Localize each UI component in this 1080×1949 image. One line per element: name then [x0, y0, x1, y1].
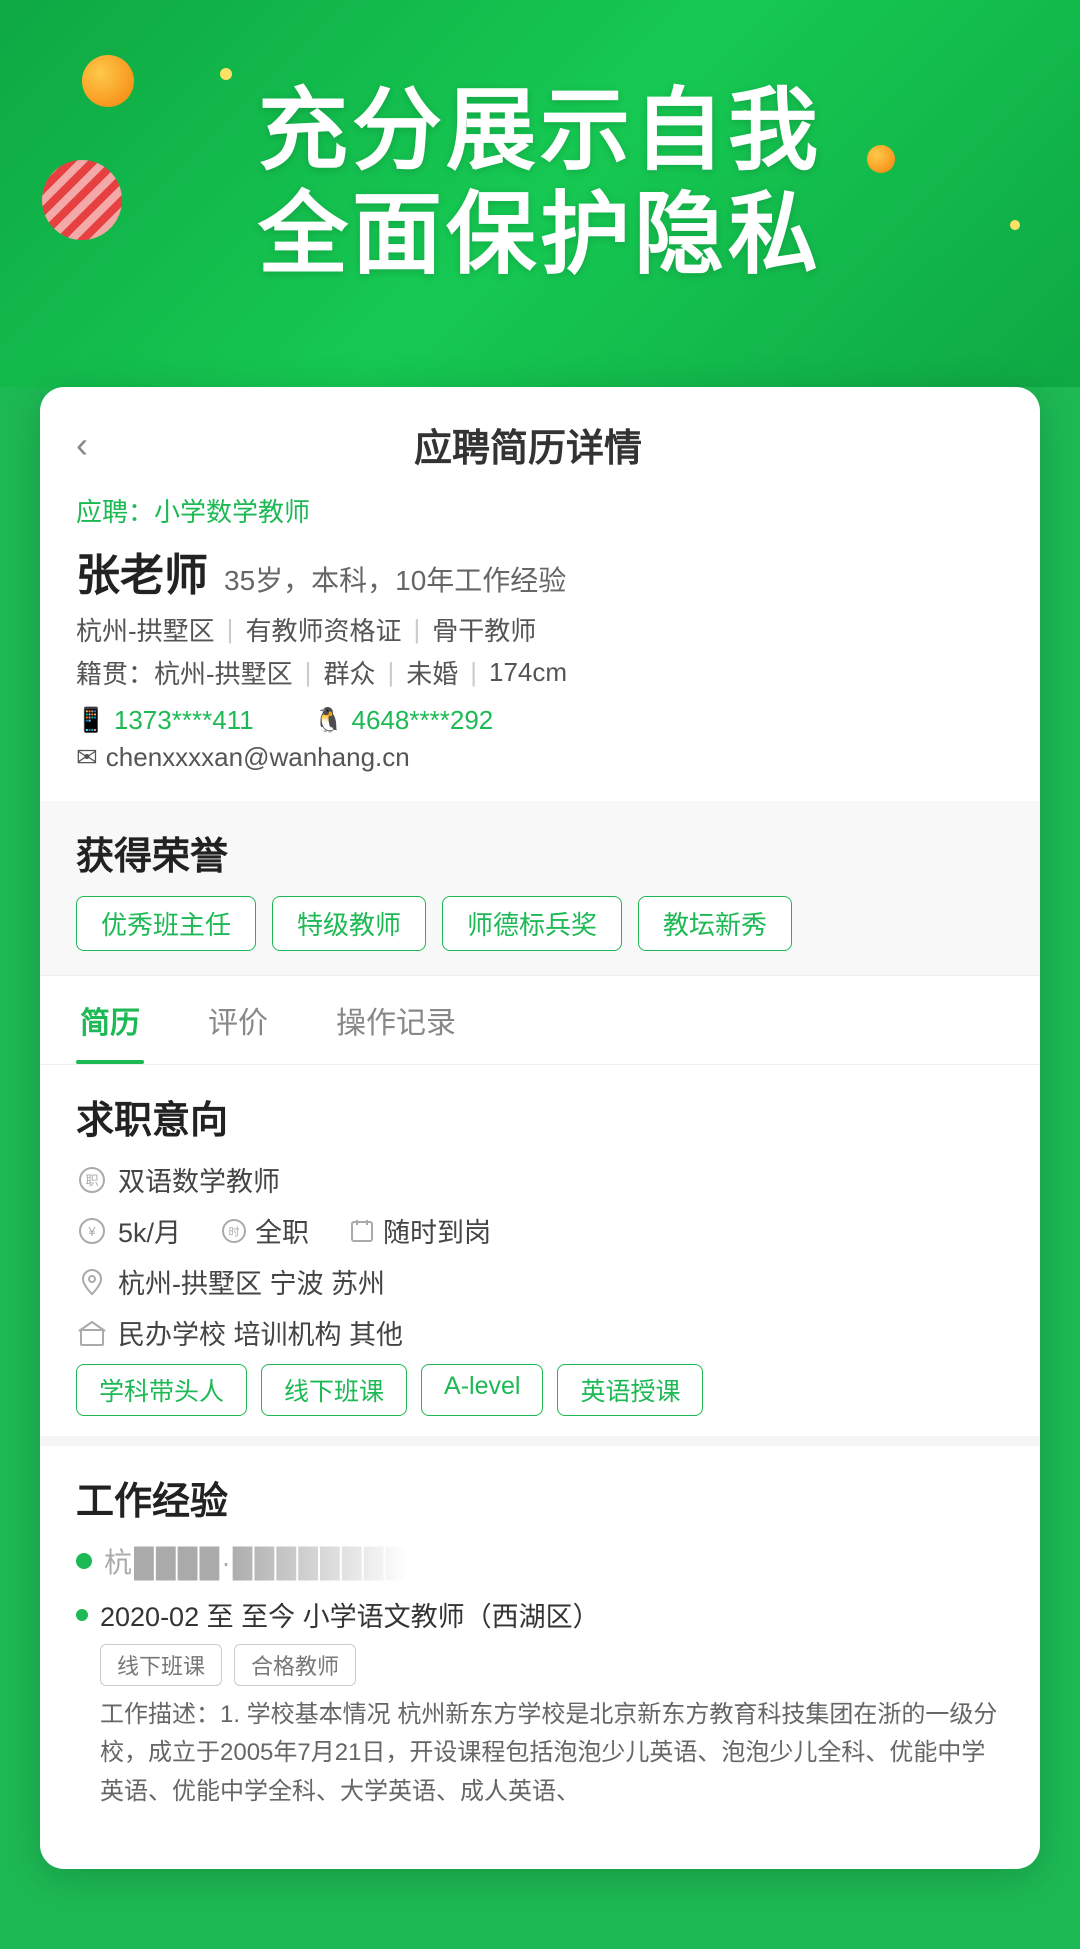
job-tag-1: 线下班课: [261, 1364, 407, 1416]
teacher-name: 张老师: [76, 539, 208, 603]
availability-text: 随时到岗: [383, 1211, 491, 1250]
height-text: 174cm: [489, 657, 567, 688]
job-title-icon: 职: [76, 1164, 108, 1196]
divider-5: |: [470, 657, 477, 688]
company-name-row: 杭████·████████: [76, 1541, 1004, 1581]
work-description: 工作描述：1. 学校基本情况 杭州新东方学校是北京新东方教育科技集团在浙的一级分…: [100, 1696, 1004, 1831]
marital-status: 未婚: [406, 654, 458, 691]
contact-row: 📱 1373****411 🐧 4648****292: [76, 705, 1004, 736]
job-title-text: 双语数学教师: [118, 1160, 280, 1199]
school-types-text: 民办学校 培训机构 其他: [118, 1313, 403, 1352]
native-place: 籍贯：杭州-拱墅区: [76, 654, 293, 691]
position-type-text: 骨干教师: [432, 611, 536, 648]
qq-number: 4648****292: [352, 705, 494, 736]
divider-2: |: [413, 614, 420, 645]
job-intention-section: 求职意向 职 双语数学教师 ¥ 5k/月: [40, 1065, 1040, 1416]
qualification-text: 有教师资格证: [245, 611, 401, 648]
honor-tag-1: 特级教师: [272, 896, 426, 951]
honors-tags-row: 优秀班主任 特级教师 师德标兵奖 教坛新秀: [76, 896, 1004, 951]
svg-text:¥: ¥: [87, 1224, 96, 1239]
company-name: 杭████·████████: [104, 1541, 407, 1581]
qq-icon: 🐧: [314, 706, 344, 735]
email-row: ✉ chenxxxxan@wanhang.cn: [76, 742, 1004, 773]
card-title: 应聘简历详情: [108, 417, 948, 472]
salary-text: 5k/月: [118, 1211, 181, 1250]
name-row: 张老师 35岁，本科，10年工作经验: [76, 539, 1004, 603]
job-type-icon: 时: [221, 1218, 247, 1244]
cities-text: 杭州-拱墅区 宁波 苏州: [118, 1262, 385, 1301]
work-small-tag-1: 合格教师: [234, 1644, 356, 1686]
salary-row: ¥ 5k/月 时 全职 随时到岗: [76, 1211, 1004, 1250]
job-intention-title: 求职意向: [76, 1089, 1004, 1144]
divider-4: |: [387, 657, 394, 688]
honor-tag-2: 师德标兵奖: [442, 896, 622, 951]
resume-card: ‹ 应聘简历详情 应聘：小学数学教师 张老师 35岁，本科，10年工作经验 杭州…: [40, 387, 1040, 1869]
work-experience-section: 工作经验 杭████·████████ 2020-02 至 至今 小学语文教师（…: [40, 1436, 1040, 1869]
work-date-title: 2020-02 至 至今 小学语文教师（西湖区）: [100, 1595, 600, 1634]
job-tag-3: 英语授课: [557, 1364, 703, 1416]
job-tags-row: 学科带头人 线下班课 A-level 英语授课: [76, 1364, 1004, 1416]
phone-icon: 📱: [76, 706, 106, 735]
tab-operation-log[interactable]: 操作记录: [332, 976, 460, 1064]
tabs-section: 简历 评价 操作记录: [40, 975, 1040, 1065]
deco-dot-1: [220, 68, 232, 80]
job-tag-2: A-level: [421, 1364, 543, 1416]
profile-section: 应聘：小学数学教师 张老师 35岁，本科，10年工作经验 杭州-拱墅区 | 有教…: [40, 472, 1040, 797]
job-title-row: 职 双语数学教师: [76, 1160, 1004, 1199]
tab-review[interactable]: 评价: [204, 976, 272, 1064]
salary-icon: ¥: [76, 1215, 108, 1247]
email-icon: ✉: [76, 742, 98, 773]
work-entry-dot: [76, 1609, 88, 1621]
back-button[interactable]: ‹: [76, 427, 88, 463]
location-text: 杭州-拱墅区: [76, 611, 215, 648]
honor-tag-3: 教坛新秀: [638, 896, 792, 951]
svg-text:职: 职: [85, 1173, 98, 1188]
phone-contact: 📱 1373****411: [76, 705, 254, 736]
work-entry-header: 2020-02 至 至今 小学语文教师（西湖区）: [76, 1595, 1004, 1634]
location-icon: [76, 1266, 108, 1298]
divider-1: |: [227, 614, 234, 645]
qq-contact: 🐧 4648****292: [314, 705, 494, 736]
work-small-tags: 线下班课 合格教师: [100, 1644, 1004, 1686]
divider-3: |: [305, 657, 312, 688]
email-address: chenxxxxan@wanhang.cn: [106, 742, 410, 773]
tab-resume[interactable]: 简历: [76, 976, 144, 1064]
location-info-row: 杭州-拱墅区 | 有教师资格证 | 骨干教师: [76, 611, 1004, 648]
job-type-text: 全职: [255, 1211, 309, 1250]
personal-info-row: 籍贯：杭州-拱墅区 | 群众 | 未婚 | 174cm: [76, 654, 1004, 691]
teacher-meta: 35岁，本科，10年工作经验: [224, 559, 566, 599]
svg-text:时: 时: [229, 1225, 240, 1238]
phone-number: 1373****411: [114, 705, 254, 736]
political-status: 群众: [323, 654, 375, 691]
job-tag-0: 学科带头人: [76, 1364, 247, 1416]
work-exp-title: 工作经验: [76, 1470, 1004, 1525]
company-dot: [76, 1553, 92, 1569]
job-apply-label: 应聘：小学数学教师: [76, 492, 1004, 529]
hero-section: 充分展示自我 全面保护隐私: [0, 0, 1080, 387]
card-header: ‹ 应聘简历详情: [40, 387, 1040, 472]
school-types-row: 民办学校 培训机构 其他: [76, 1313, 1004, 1352]
card-wrapper: ‹ 应聘简历详情 应聘：小学数学教师 张老师 35岁，本科，10年工作经验 杭州…: [0, 387, 1080, 1949]
honors-title: 获得荣誉: [76, 825, 1004, 880]
honor-tag-0: 优秀班主任: [76, 896, 256, 951]
availability-icon: [349, 1218, 375, 1244]
hero-title: 充分展示自我 全面保护隐私: [60, 80, 1020, 287]
work-small-tag-0: 线下班课: [100, 1644, 222, 1686]
school-icon: [76, 1317, 108, 1349]
cities-row: 杭州-拱墅区 宁波 苏州: [76, 1262, 1004, 1301]
work-entry-1: 2020-02 至 至今 小学语文教师（西湖区） 线下班课 合格教师 工作描述：…: [76, 1595, 1004, 1831]
honors-section: 获得荣誉 优秀班主任 特级教师 师德标兵奖 教坛新秀: [40, 801, 1040, 975]
